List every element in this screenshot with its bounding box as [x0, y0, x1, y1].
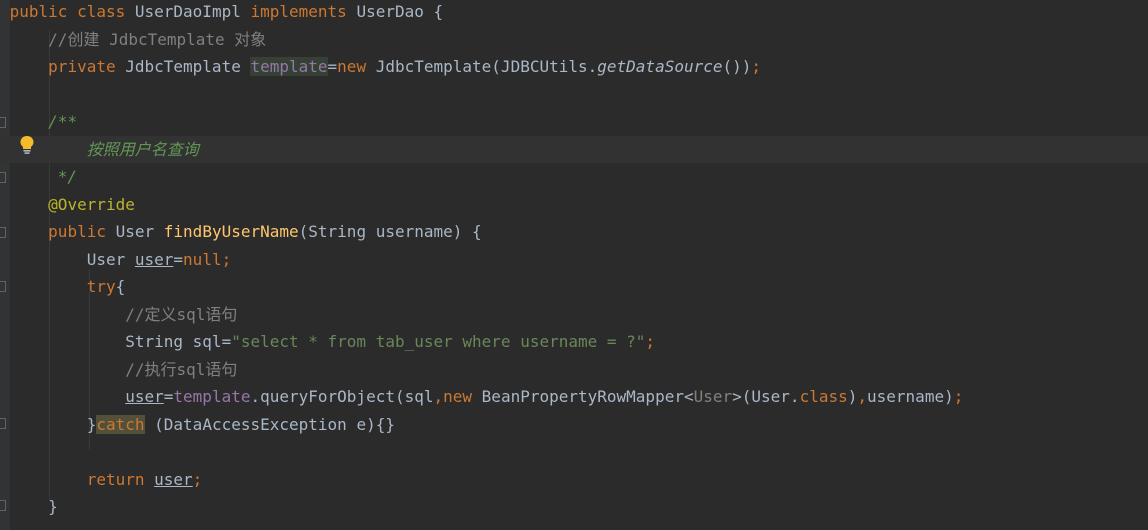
code-token: //创建 JdbcTemplate 对象	[48, 29, 267, 49]
code-token: template	[250, 57, 328, 76]
code-token: //执行sql语句	[125, 359, 238, 379]
code-token: ,	[857, 387, 868, 406]
code-line[interactable]: /**	[0, 108, 1148, 135]
code-token: }	[86, 414, 97, 434]
code-token: (String username) {	[298, 222, 482, 241]
code-token: JdbcTemplate	[125, 57, 251, 76]
code-line[interactable]: //定义sql语句	[0, 301, 1148, 328]
code-token: public	[9, 2, 78, 21]
code-token: (DataAccessException e){}	[144, 414, 395, 434]
code-line[interactable]: User user=null;	[0, 246, 1148, 273]
code-line[interactable]: 按照用户名查询	[0, 135, 1148, 163]
code-token: BeanPropertyRowMapper<	[481, 387, 694, 406]
code-line[interactable]: public class UserDaoImpl implements User…	[0, 0, 1148, 25]
code-token: implements	[250, 2, 357, 21]
code-token: }	[48, 497, 58, 516]
code-token: ;	[192, 469, 203, 489]
code-token: user	[134, 249, 174, 269]
code-token: null	[183, 249, 222, 269]
code-line[interactable]: return user;	[0, 466, 1148, 493]
code-line[interactable]: @Override	[0, 191, 1148, 218]
code-line[interactable]	[0, 81, 1148, 108]
code-token: >(User.	[732, 387, 800, 406]
code-token: JdbcTemplate(JDBCUtils.	[375, 57, 598, 76]
code-token: User	[86, 249, 135, 269]
code-token: =	[163, 387, 174, 406]
code-token: )	[847, 387, 858, 406]
code-token: UserDaoImpl	[134, 2, 251, 21]
code-token: UserDao {	[356, 2, 444, 21]
code-token: new	[443, 387, 482, 406]
code-token: new	[337, 57, 376, 76]
code-editor[interactable]: public class UserDaoImpl implements User…	[0, 0, 1148, 530]
code-token: {	[115, 277, 126, 296]
code-token: .queryForObject(sql	[250, 387, 434, 406]
code-token: User	[115, 222, 164, 241]
lightbulb-icon[interactable]	[19, 135, 35, 155]
code-token: class	[77, 2, 135, 21]
code-token: User	[693, 387, 733, 406]
code-token: "select * from tab_user where username =…	[231, 332, 646, 351]
code-token: */	[57, 167, 78, 186]
code-line[interactable]: public User findByUserName(String userna…	[0, 218, 1148, 245]
code-token: ;	[751, 57, 762, 76]
code-token: ;	[953, 387, 964, 406]
code-token: =	[327, 57, 338, 76]
code-token: @Override	[48, 194, 135, 214]
code-token: catch	[96, 414, 145, 434]
code-token: 按照用户名查询	[86, 139, 199, 159]
code-token: user	[125, 387, 164, 406]
code-line[interactable]: try{	[0, 273, 1148, 300]
code-line[interactable]: //执行sql语句	[0, 356, 1148, 383]
code-token: ,	[433, 387, 444, 406]
code-line[interactable]: user=template.queryForObject(sql,new Bea…	[0, 383, 1148, 410]
code-token: ())	[722, 57, 752, 76]
code-token: public	[48, 222, 116, 241]
code-token: class	[799, 387, 848, 406]
code-token: username)	[867, 387, 954, 406]
code-token: =	[173, 249, 184, 269]
code-line[interactable]: private JdbcTemplate template=new JdbcTe…	[0, 53, 1148, 80]
code-line[interactable]	[0, 438, 1148, 465]
code-token: ;	[221, 249, 232, 269]
code-token: user	[154, 469, 193, 489]
code-token: getDataSource	[597, 57, 723, 76]
code-line[interactable]: String sql="select * from tab_user where…	[0, 328, 1148, 355]
code-line[interactable]: }	[0, 493, 1148, 520]
code-token: return	[86, 469, 155, 489]
code-line[interactable]: //创建 JdbcTemplate 对象	[0, 26, 1148, 53]
code-line[interactable]: }catch (DataAccessException e){}	[0, 411, 1148, 438]
code-token: try	[86, 277, 116, 296]
code-token: findByUserName	[163, 222, 299, 241]
code-token: //定义sql语句	[125, 304, 238, 324]
code-token: ;	[645, 332, 656, 351]
code-line[interactable]: */	[0, 163, 1148, 190]
code-token: private	[48, 57, 126, 76]
code-token: String sql=	[125, 332, 232, 351]
code-token: /**	[48, 112, 78, 131]
code-token: template	[173, 387, 251, 406]
